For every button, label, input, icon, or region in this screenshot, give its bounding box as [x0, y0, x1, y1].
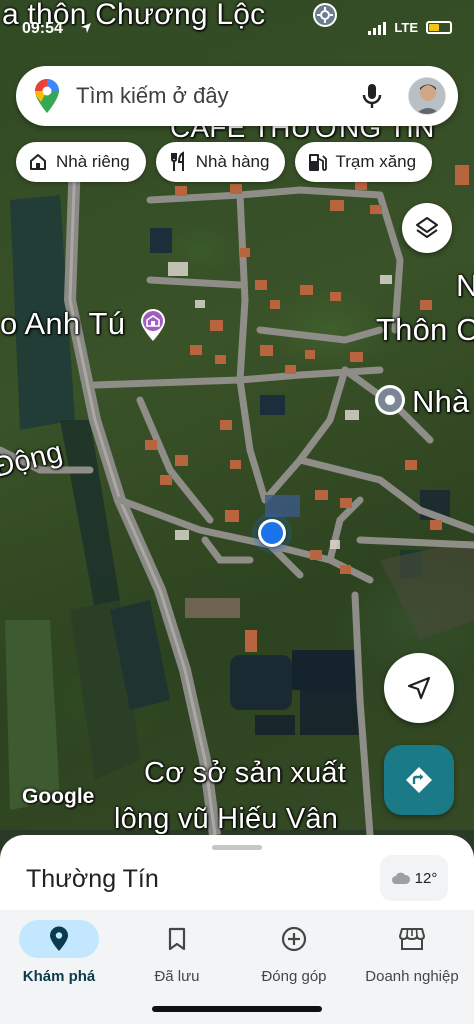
- nav-saved-label: Đã lưu: [154, 968, 200, 985]
- layers-button[interactable]: [402, 203, 452, 253]
- nav-business-icon-wrap: [372, 920, 452, 958]
- location-arrow-status-icon: [81, 23, 91, 33]
- map-label-factory-line1[interactable]: Cơ sở sản xuất: [144, 757, 346, 790]
- navigation-arrow-icon: [407, 676, 431, 700]
- signal-icon: [368, 21, 387, 35]
- weather-chip[interactable]: 12°: [380, 855, 448, 901]
- nav-business[interactable]: Doanh nghiệp: [353, 920, 471, 985]
- chip-restaurant-label: Nhà hàng: [195, 152, 270, 171]
- map-label-anh-tu[interactable]: o Anh Tú: [0, 306, 125, 342]
- add-circle-icon: [281, 926, 307, 952]
- search-bar[interactable]: Tìm kiếm ở đây: [16, 66, 458, 126]
- current-location-dot: [258, 519, 286, 547]
- weather-temp: 12°: [414, 869, 438, 887]
- network-type: LTE: [394, 20, 418, 35]
- microphone-icon[interactable]: [358, 81, 386, 111]
- search-input[interactable]: Tìm kiếm ở đây: [76, 83, 358, 109]
- nav-explore-icon-wrap: [19, 920, 99, 958]
- chip-gas-station-label: Trạm xăng: [335, 152, 417, 171]
- temple-place-icon[interactable]: [139, 308, 167, 342]
- cloud-icon: [391, 872, 410, 884]
- bottom-navigation: Khám phá Đã lưu Đóng góp Doanh nghiệp: [0, 910, 474, 1024]
- category-chips: Nhà riêng Nhà hàng Trạm xăng: [16, 142, 433, 182]
- chip-home-label: Nhà riêng: [56, 152, 130, 171]
- chip-gas-station[interactable]: Trạm xăng: [295, 142, 433, 182]
- gas-station-icon: [309, 154, 328, 171]
- place-marker-icon[interactable]: [374, 384, 406, 418]
- status-right: LTE: [368, 20, 452, 35]
- avatar[interactable]: [408, 77, 446, 115]
- nav-contribute-label: Đóng góp: [261, 968, 327, 985]
- gear-place-icon[interactable]: [312, 2, 338, 28]
- google-watermark: Google: [22, 785, 95, 808]
- place-name: Thường Tín: [26, 865, 159, 893]
- sheet-drag-handle[interactable]: [212, 845, 262, 850]
- home-icon: [30, 154, 46, 170]
- map-label-factory-line2[interactable]: lông vũ Hiếu Vân: [114, 803, 338, 836]
- nav-contribute[interactable]: Đóng góp: [235, 920, 353, 985]
- nav-business-label: Doanh nghiệp: [365, 968, 459, 985]
- explore-pin-icon: [50, 926, 68, 951]
- chip-restaurant[interactable]: Nhà hàng: [155, 142, 286, 182]
- nav-explore-label: Khám phá: [22, 968, 96, 985]
- map-label-n[interactable]: N: [456, 268, 474, 304]
- storefront-icon: [399, 928, 425, 950]
- bottom-sheet[interactable]: Thường Tín 12°: [0, 835, 474, 915]
- map-label-thon[interactable]: Thôn C: [376, 312, 474, 348]
- nav-explore[interactable]: Khám phá: [0, 920, 118, 985]
- directions-button[interactable]: [384, 745, 454, 815]
- my-location-button[interactable]: [384, 653, 454, 723]
- nav-saved[interactable]: Đã lưu: [118, 920, 236, 985]
- map-label-nha[interactable]: Nhà: [412, 384, 469, 420]
- home-indicator[interactable]: [152, 1006, 322, 1012]
- directions-icon: [406, 767, 432, 793]
- profile-photo-icon: [409, 78, 445, 114]
- nav-contribute-icon-wrap: [254, 920, 334, 958]
- restaurant-icon: [170, 151, 184, 171]
- layers-icon: [416, 217, 438, 238]
- chip-home[interactable]: Nhà riêng: [16, 142, 146, 182]
- status-time: 09:54: [22, 20, 63, 37]
- bookmark-icon: [168, 927, 186, 951]
- nav-saved-icon-wrap: [137, 920, 217, 958]
- google-maps-pin-icon: [35, 79, 59, 113]
- battery-icon: [426, 21, 452, 34]
